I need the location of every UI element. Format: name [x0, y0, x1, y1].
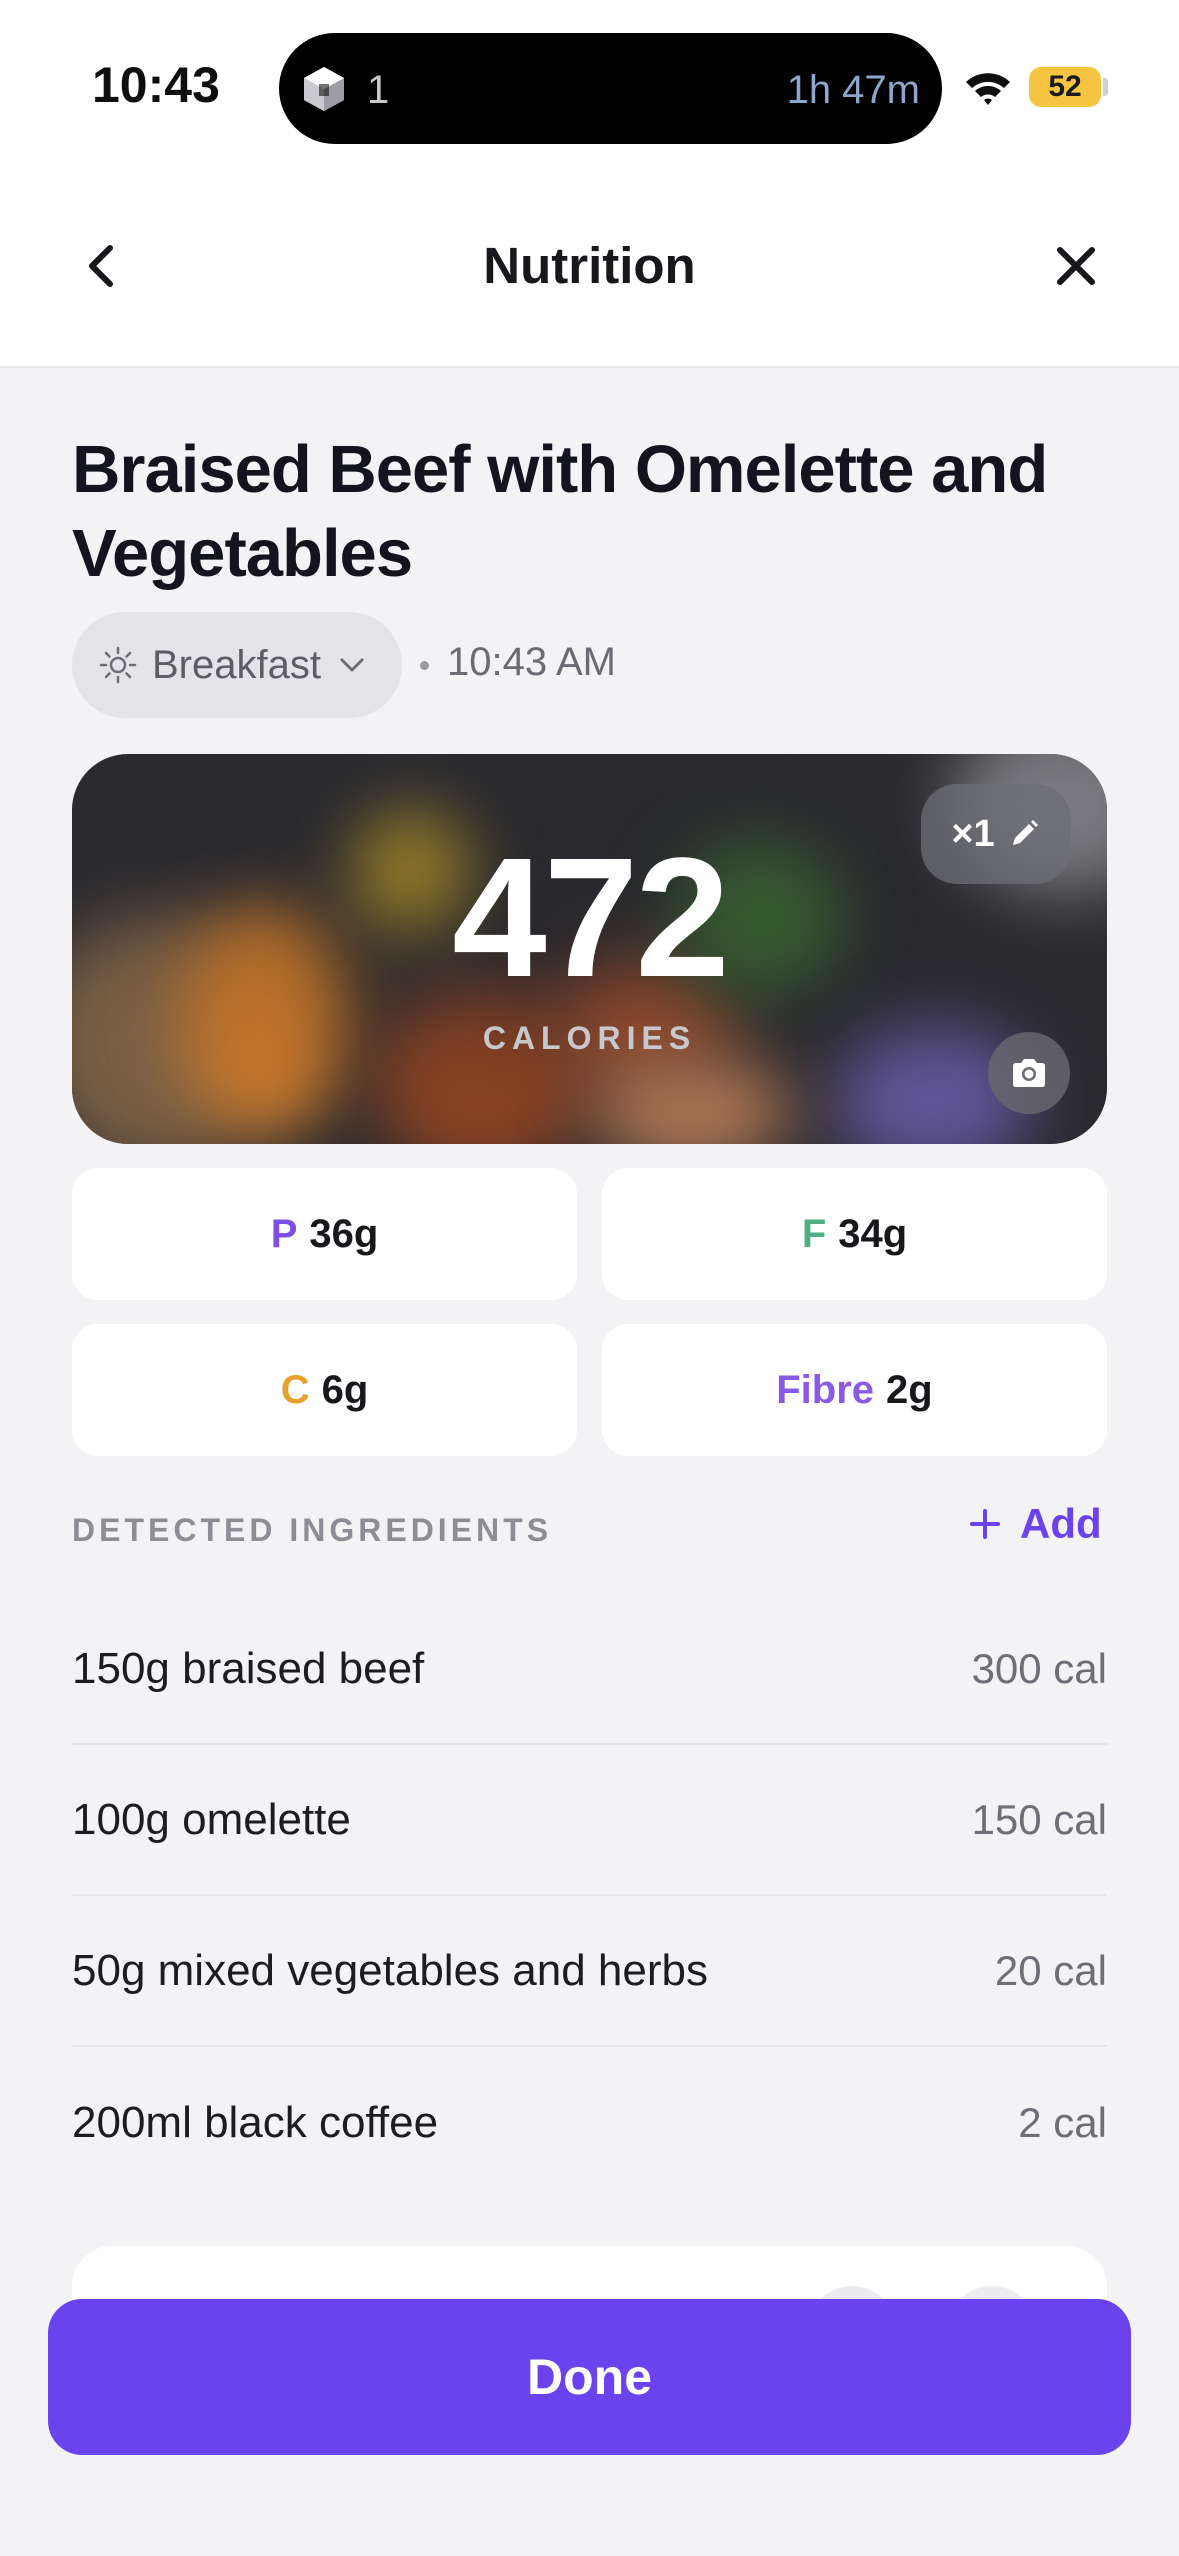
- macro-fibre: Fibre 2g: [602, 1324, 1107, 1456]
- nav-header: Nutrition: [0, 180, 1179, 368]
- ingredient-calories: 150 cal: [971, 1795, 1107, 1843]
- island-timer: 1h 47m: [786, 68, 920, 112]
- ingredient-row[interactable]: 100g omelette 150 cal: [72, 1745, 1107, 1896]
- macro-value: 34g: [838, 1211, 908, 1256]
- ingredient-name: 150g braised beef: [72, 1643, 425, 1693]
- dynamic-island[interactable]: 1 1h 47m: [279, 33, 942, 144]
- ingredient-calories: 20 cal: [994, 1946, 1107, 1994]
- cube-icon: [304, 67, 344, 111]
- ingredient-calories: 300 cal: [971, 1644, 1107, 1692]
- servings-value: ×1: [951, 812, 995, 855]
- camera-icon: [1013, 1059, 1045, 1087]
- camera-button[interactable]: [988, 1032, 1070, 1114]
- plus-icon: [970, 1509, 1000, 1539]
- ingredient-name: 50g mixed vegetables and herbs: [72, 1945, 708, 1995]
- island-count: 1: [367, 68, 390, 112]
- ingredient-calories: 2 cal: [1018, 2098, 1107, 2146]
- macro-value: 6g: [321, 1367, 369, 1412]
- calorie-card: 472 CALORIES ×1: [72, 754, 1107, 1144]
- macro-fat: F 34g: [602, 1168, 1107, 1300]
- macro-value: 36g: [309, 1211, 379, 1256]
- add-ingredient-button[interactable]: Add: [968, 1500, 1102, 1548]
- meal-title: Braised Beef with Omelette and Vegetable…: [72, 432, 1048, 591]
- pencil-icon: [1012, 820, 1038, 845]
- macro-carbs: C 6g: [72, 1324, 577, 1456]
- macro-letter: F: [801, 1211, 827, 1256]
- status-time: 10:43: [92, 57, 220, 113]
- servings-button[interactable]: ×1: [921, 784, 1071, 884]
- sun-icon: [99, 646, 137, 684]
- status-bar: 10:43 1 1h 47m 52: [0, 0, 1179, 180]
- meal-type-dropdown[interactable]: Breakfast: [72, 612, 402, 718]
- macro-letter: C: [280, 1367, 310, 1412]
- battery-nub: [1103, 78, 1108, 96]
- close-button[interactable]: [1046, 236, 1106, 296]
- done-button[interactable]: Done: [48, 2299, 1131, 2455]
- back-button[interactable]: [72, 236, 132, 296]
- macro-letter: P: [270, 1211, 298, 1256]
- battery-indicator: 52: [1029, 67, 1101, 107]
- ingredient-name: 100g omelette: [72, 1794, 351, 1844]
- macro-protein: P 36g: [72, 1168, 577, 1300]
- ingredient-name: 200ml black coffee: [72, 2097, 439, 2147]
- section-label: DETECTED INGREDIENTS: [72, 1512, 553, 1548]
- ingredient-row[interactable]: 200ml black coffee 2 cal: [72, 2047, 1107, 2198]
- meal-time: 10:43 AM: [447, 640, 617, 684]
- calorie-label: CALORIES: [482, 1020, 697, 1056]
- ingredient-row[interactable]: 50g mixed vegetables and herbs 20 cal: [72, 1896, 1107, 2047]
- meal-type-label: Breakfast: [152, 642, 321, 687]
- add-label: Add: [1020, 1500, 1102, 1547]
- chevron-down-icon: [340, 658, 364, 672]
- ingredient-row[interactable]: 150g braised beef 300 cal: [72, 1594, 1107, 1745]
- macro-letter: Fibre: [776, 1367, 875, 1412]
- wifi-icon: [966, 73, 1010, 105]
- page-title: Nutrition: [483, 237, 696, 294]
- macro-value: 2g: [886, 1367, 933, 1412]
- separator-dot: [420, 661, 429, 670]
